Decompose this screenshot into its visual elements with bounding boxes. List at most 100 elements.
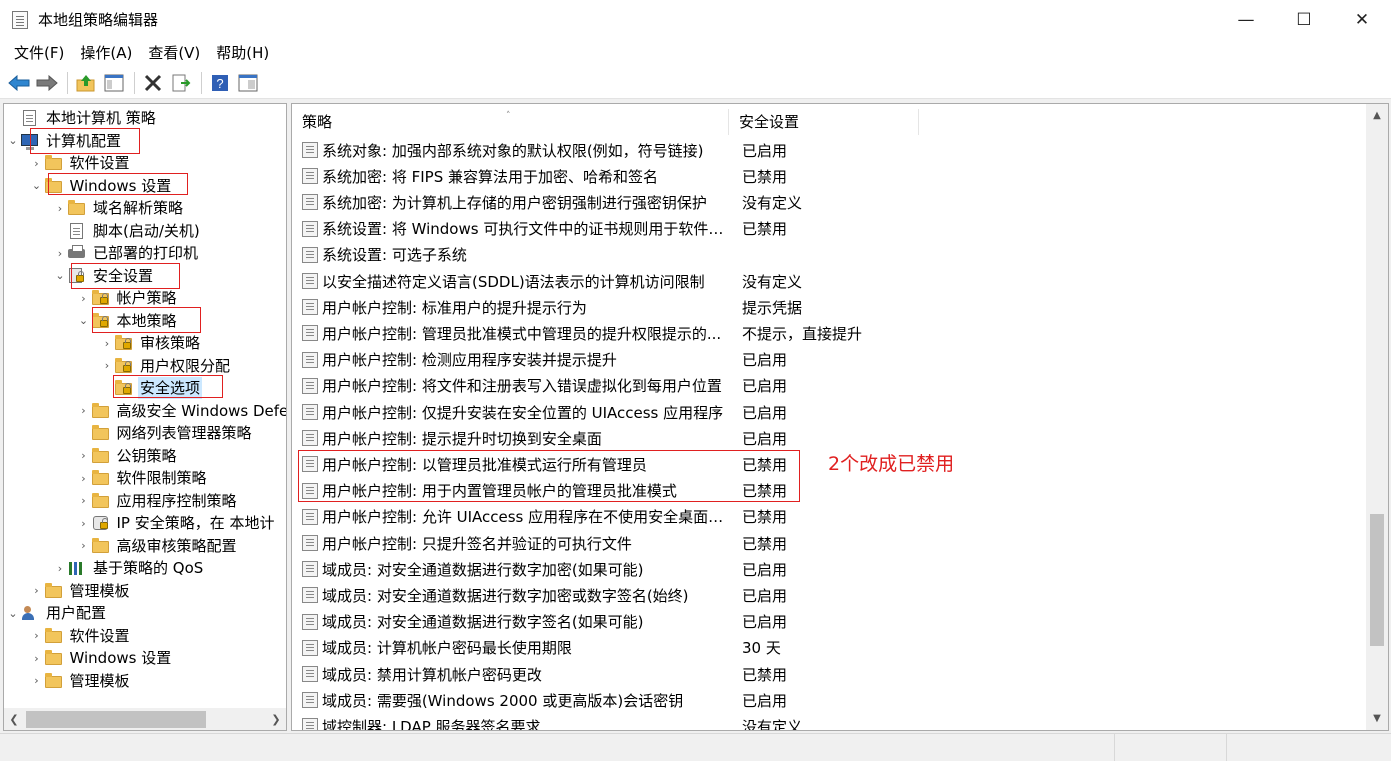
policy-row[interactable]: 用户帐户控制: 只提升签名并验证的可执行文件 已禁用 <box>292 530 1364 556</box>
forward-button[interactable] <box>34 70 60 96</box>
policy-row[interactable]: 系统加密: 为计算机上存储的用户密钥强制进行强密钥保护 没有定义 <box>292 189 1364 215</box>
expand-right-icon[interactable]: › <box>30 674 44 687</box>
expand-down-icon[interactable]: ⌄ <box>6 134 20 147</box>
policy-row[interactable]: 域成员: 对安全通道数据进行数字签名(如果可能) 已启用 <box>292 609 1364 635</box>
column-header-policy[interactable]: ˄ 策略 <box>292 109 729 135</box>
tree-horizontal-scrollbar[interactable]: ❮ ❯ <box>4 708 286 730</box>
menu-view[interactable]: 查看(V) <box>140 39 208 67</box>
folder-icon <box>67 200 86 216</box>
tree-item[interactable]: › 管理模板 <box>30 580 132 603</box>
tree-item[interactable]: › 用户权限分配 <box>100 355 232 378</box>
expand-down-icon[interactable]: ⌄ <box>30 179 44 192</box>
expand-right-icon[interactable]: › <box>53 562 67 575</box>
expand-right-icon[interactable]: › <box>77 517 91 530</box>
tree-item[interactable]: › 软件限制策略 <box>77 467 209 490</box>
expand-right-icon[interactable]: › <box>77 449 91 462</box>
tree-item[interactable]: › 域名解析策略 <box>53 197 185 220</box>
tree-item[interactable]: ⌄ Windows 设置 <box>30 175 174 198</box>
tree-item[interactable]: › 软件设置 <box>30 625 132 648</box>
tree-item[interactable]: › 管理模板 <box>30 670 132 693</box>
policy-row[interactable]: 用户帐户控制: 检测应用程序安装并提示提升 已启用 <box>292 347 1364 373</box>
policy-row[interactable]: 以安全描述符定义语言(SDDL)语法表示的计算机访问限制 没有定义 <box>292 268 1364 294</box>
scroll-thumb[interactable] <box>26 710 206 728</box>
expand-right-icon[interactable]: › <box>100 337 114 350</box>
policy-row[interactable]: 域成员: 对安全通道数据进行数字加密或数字签名(始终) 已启用 <box>292 582 1364 608</box>
scroll-down-icon[interactable]: ▼ <box>1366 713 1388 724</box>
tree-item[interactable]: › 应用程序控制策略 <box>77 490 239 513</box>
expand-right-icon[interactable]: › <box>77 539 91 552</box>
tree-item[interactable]: ⌄ 计算机配置 <box>6 130 123 153</box>
tree-item[interactable]: ⌄ 本地策略 <box>77 310 179 333</box>
policy-row[interactable]: 域成员: 需要强(Windows 2000 或更高版本)会话密钥 已启用 <box>292 687 1364 713</box>
policy-row[interactable]: 域控制器: LDAP 服务器签名要求 没有定义 <box>292 713 1364 730</box>
scroll-thumb[interactable] <box>1370 514 1384 646</box>
maximize-button[interactable]: ☐ <box>1275 0 1333 39</box>
scroll-up-icon[interactable]: ▲ <box>1366 110 1388 121</box>
menu-action[interactable]: 操作(A) <box>72 39 140 67</box>
policy-row[interactable]: 系统加密: 将 FIPS 兼容算法用于加密、哈希和签名 已禁用 <box>292 163 1364 189</box>
expand-down-icon[interactable]: ⌄ <box>77 314 91 327</box>
up-level-button[interactable] <box>73 70 99 96</box>
expand-right-icon[interactable]: › <box>77 472 91 485</box>
expand-right-icon[interactable]: › <box>100 359 114 372</box>
export-list-button[interactable] <box>168 70 194 96</box>
back-button[interactable] <box>6 70 32 96</box>
policy-row[interactable]: 用户帐户控制: 仅提升安装在安全位置的 UIAccess 应用程序 已启用 <box>292 399 1364 425</box>
expand-right-icon[interactable]: › <box>30 629 44 642</box>
policy-row[interactable]: 系统对象: 加强内部系统对象的默认权限(例如，符号链接) 已启用 <box>292 137 1364 163</box>
policy-row[interactable]: 用户帐户控制: 允许 UIAccess 应用程序在不使用安全桌面的... 已禁用 <box>292 504 1364 530</box>
tree-item[interactable]: › 已部署的打印机 <box>53 242 200 265</box>
tree-item[interactable]: 安全选项 <box>100 377 203 400</box>
tree-item[interactable]: ⌄ 安全设置 <box>53 265 155 288</box>
help-button[interactable]: ? <box>207 70 233 96</box>
tree-item-label: 软件设置 <box>69 154 130 173</box>
tree-item[interactable]: › 高级审核策略配置 <box>77 535 239 558</box>
tree-item[interactable]: › 审核策略 <box>100 332 202 355</box>
locked-folder-icon <box>114 380 133 396</box>
tree-item[interactable]: › IP 安全策略，在 本地计 <box>77 512 277 535</box>
show-hide-tree-button[interactable] <box>101 70 127 96</box>
tree-item[interactable]: 网络列表管理器策略 <box>77 422 254 445</box>
tree-item[interactable]: › Windows 设置 <box>30 647 174 670</box>
tree-item[interactable]: ⌄ 用户配置 <box>6 602 108 625</box>
policy-row[interactable]: 用户帐户控制: 将文件和注册表写入错误虚拟化到每用户位置 已启用 <box>292 373 1364 399</box>
expand-right-icon[interactable]: › <box>30 652 44 665</box>
tree-item[interactable]: › 帐户策略 <box>77 287 179 310</box>
policy-row[interactable]: 用户帐户控制: 提示提升时切换到安全桌面 已启用 <box>292 425 1364 451</box>
expand-right-icon[interactable]: › <box>30 157 44 170</box>
expand-right-icon[interactable]: › <box>53 247 67 260</box>
expand-right-icon[interactable]: › <box>77 404 91 417</box>
policy-row[interactable]: 域成员: 对安全通道数据进行数字加密(如果可能) 已启用 <box>292 556 1364 582</box>
scroll-left-icon[interactable]: ❮ <box>4 713 24 726</box>
scroll-right-icon[interactable]: ❯ <box>266 713 286 726</box>
menu-help[interactable]: 帮助(H) <box>208 39 277 67</box>
properties-button[interactable] <box>235 70 261 96</box>
column-header-setting[interactable]: 安全设置 <box>729 109 919 135</box>
policy-row[interactable]: 域成员: 计算机帐户密码最长使用期限 30 天 <box>292 635 1364 661</box>
policy-row[interactable]: 系统设置: 将 Windows 可执行文件中的证书规则用于软件限... 已禁用 <box>292 216 1364 242</box>
list-vertical-scrollbar[interactable]: ▲ ▼ <box>1366 104 1388 730</box>
expand-right-icon[interactable]: › <box>30 584 44 597</box>
expand-right-icon[interactable]: › <box>53 202 67 215</box>
expand-right-icon[interactable]: › <box>77 494 91 507</box>
policy-row[interactable]: 系统设置: 可选子系统 <box>292 242 1364 268</box>
printer-icon <box>67 245 86 261</box>
expand-right-icon[interactable]: › <box>77 292 91 305</box>
menu-file[interactable]: 文件(F) <box>6 39 72 67</box>
delete-button[interactable] <box>140 70 166 96</box>
tree-item[interactable]: 脚本(启动/关机) <box>53 220 202 243</box>
tree-item[interactable]: › 软件设置 <box>30 152 132 175</box>
tree-item[interactable]: › 高级安全 Windows Defe <box>77 400 286 423</box>
expand-down-icon[interactable]: ⌄ <box>53 269 67 282</box>
tree-item[interactable]: › 公钥策略 <box>77 445 179 468</box>
policy-row[interactable]: 用户帐户控制: 标准用户的提升提示行为 提示凭据 <box>292 294 1364 320</box>
policy-row[interactable]: 域成员: 禁用计算机帐户密码更改 已禁用 <box>292 661 1364 687</box>
minimize-button[interactable]: — <box>1217 0 1275 39</box>
policy-name: 域成员: 计算机帐户密码最长使用期限 <box>322 639 572 658</box>
expand-down-icon[interactable]: ⌄ <box>6 607 20 620</box>
close-button[interactable]: ✕ <box>1333 0 1391 39</box>
policy-row[interactable]: 用户帐户控制: 管理员批准模式中管理员的提升权限提示的... 不提示，直接提升 <box>292 320 1364 346</box>
tree-item[interactable]: 本地计算机 策略 <box>6 107 158 130</box>
tree-item[interactable]: › 基于策略的 QoS <box>53 557 205 580</box>
policy-row[interactable]: 用户帐户控制: 用于内置管理员帐户的管理员批准模式 已禁用 <box>292 478 1364 504</box>
